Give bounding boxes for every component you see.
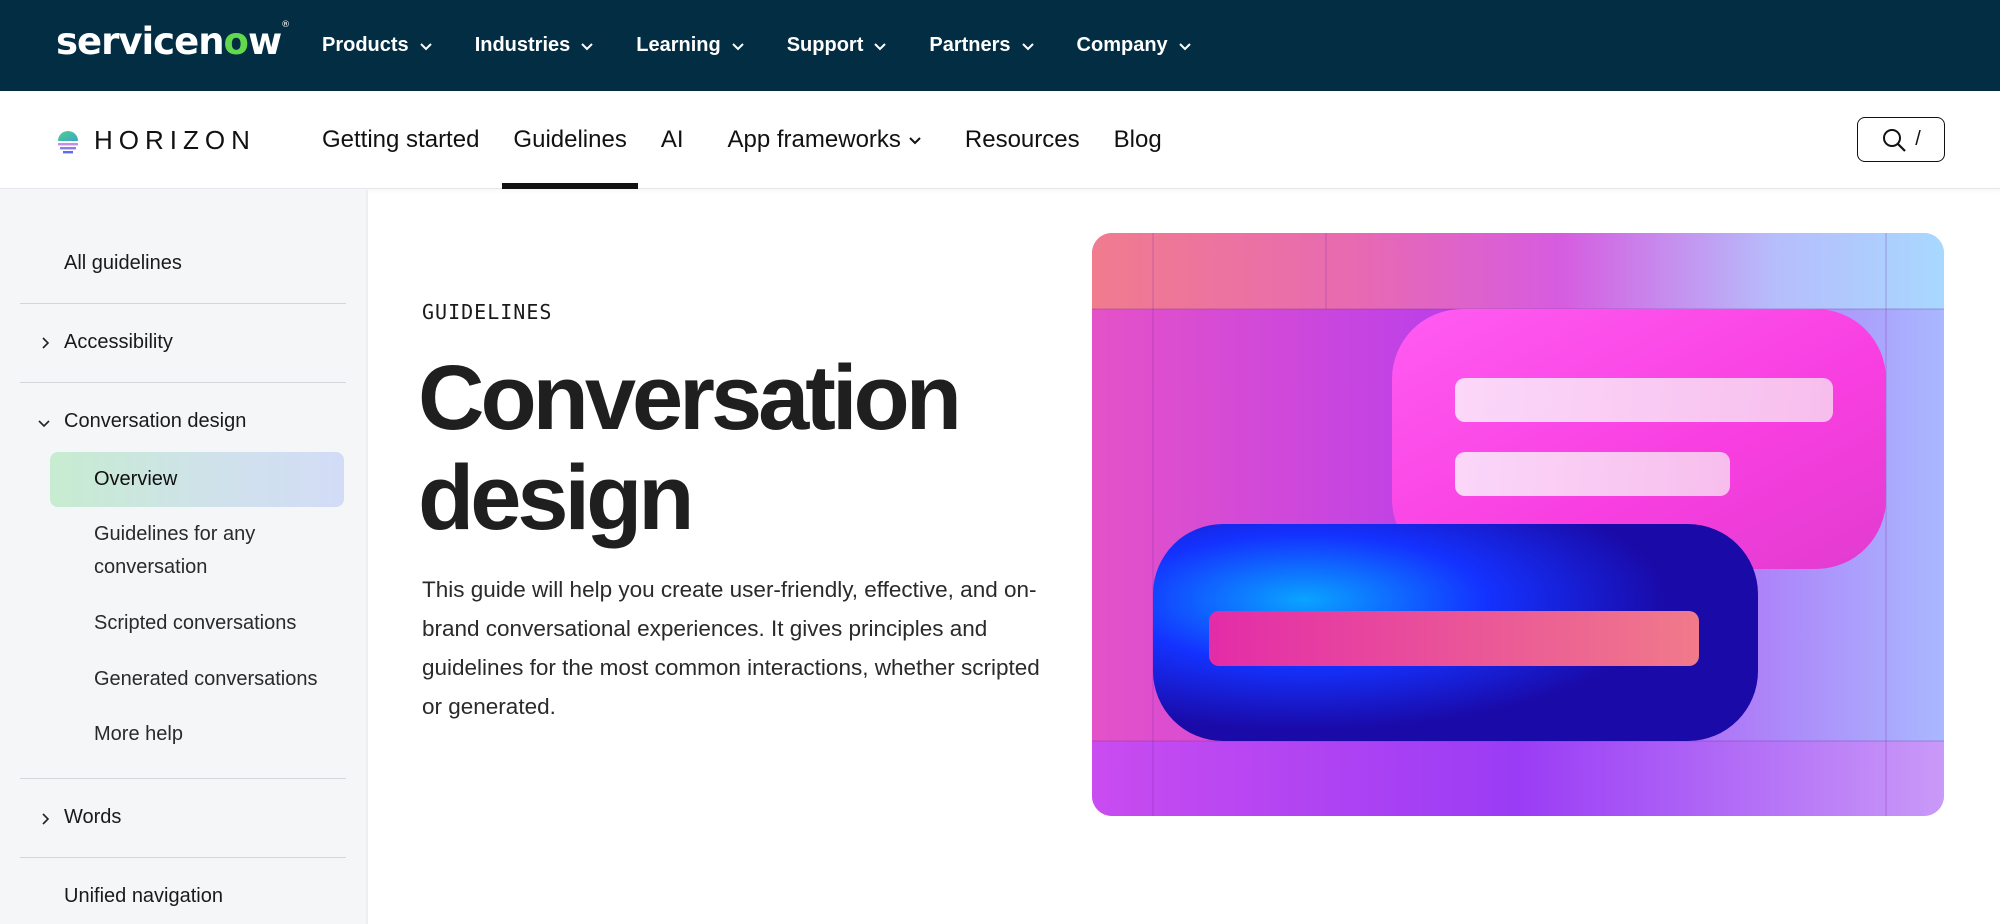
hero-illustration <box>1092 233 1944 816</box>
page-title: Conversation design <box>418 347 962 549</box>
hero-top-band <box>1092 233 1944 309</box>
search-shortcut-hint: / <box>1915 128 1921 150</box>
horizon-header: HORIZON Getting started Guidelines AI Ap… <box>0 91 2000 189</box>
sidebar-item-unified-navigation[interactable]: Unified navigation <box>64 885 223 908</box>
sidebar-divider <box>20 778 346 779</box>
nav-partners[interactable]: Partners <box>929 34 1036 57</box>
horizon-nav: Getting started Guidelines AI App framew… <box>322 91 1196 189</box>
chevron-down-icon <box>1178 42 1191 50</box>
hero-pink-bubble-line-1 <box>1455 378 1833 422</box>
nav-ai[interactable]: AI <box>661 91 684 189</box>
hero-bottom-band <box>1092 741 1944 816</box>
horizon-logo-icon <box>58 130 78 153</box>
sidebar-item-overview[interactable]: Overview <box>94 463 177 496</box>
chevron-down-icon <box>419 42 432 50</box>
sidebar-item-all-guidelines[interactable]: All guidelines <box>64 252 182 275</box>
chevron-right-icon[interactable] <box>38 336 52 350</box>
chevron-down-icon <box>1021 42 1034 50</box>
global-nav: Products Industries Learning Support Par… <box>322 0 1234 91</box>
chevron-down-icon <box>581 42 593 50</box>
servicenow-logo[interactable]: servicenow® <box>56 20 290 63</box>
chevron-down-icon <box>732 42 744 50</box>
page-description: This guide will help you create user-fri… <box>422 577 1040 719</box>
sidebar-item-words[interactable]: Words <box>64 806 121 829</box>
sidebar-item-more-help[interactable]: More help <box>94 718 183 751</box>
global-header: servicenow® Products Industries Learning… <box>0 0 2000 91</box>
nav-products[interactable]: Products <box>322 34 435 57</box>
horizon-logo[interactable]: HORIZON <box>56 125 256 156</box>
horizon-wordmark: HORIZON <box>94 125 256 155</box>
search-icon <box>1883 128 1906 152</box>
sidebar-item-scripted-conversations[interactable]: Scripted conversations <box>94 607 296 640</box>
search-button[interactable]: / <box>1857 117 1945 162</box>
nav-learning[interactable]: Learning <box>636 34 746 57</box>
sidebar-divider <box>20 382 346 383</box>
nav-company[interactable]: Company <box>1077 34 1194 57</box>
chevron-down-icon <box>874 42 887 50</box>
hero-pink-bubble-line-2 <box>1455 452 1730 496</box>
sidebar-nav: All guidelines Accessibility Conversatio… <box>0 190 368 924</box>
sidebar-item-generated-conversations[interactable]: Generated conversations <box>94 663 317 696</box>
hero-blue-bubble-line <box>1209 611 1699 666</box>
sidebar-item-guidelines-any-conversation[interactable]: Guidelines for any conversation <box>94 518 255 584</box>
sidebar-divider <box>20 857 346 858</box>
nav-app-frameworks[interactable]: App frameworks <box>728 91 923 189</box>
chevron-right-icon[interactable] <box>38 812 52 826</box>
page-eyebrow: GUIDELINES <box>422 300 553 324</box>
nav-getting-started[interactable]: Getting started <box>322 91 479 189</box>
nav-guidelines[interactable]: Guidelines <box>502 91 639 189</box>
sidebar-item-accessibility[interactable]: Accessibility <box>64 331 173 354</box>
sidebar-item-conversation-design[interactable]: Conversation design <box>64 410 246 433</box>
nav-industries[interactable]: Industries <box>475 34 597 57</box>
chevron-down-icon[interactable] <box>37 416 51 430</box>
chevron-down-icon <box>909 137 921 145</box>
nav-resources[interactable]: Resources <box>965 91 1080 189</box>
nav-blog[interactable]: Blog <box>1114 91 1162 189</box>
nav-support[interactable]: Support <box>787 34 890 57</box>
sidebar-divider <box>20 303 346 304</box>
